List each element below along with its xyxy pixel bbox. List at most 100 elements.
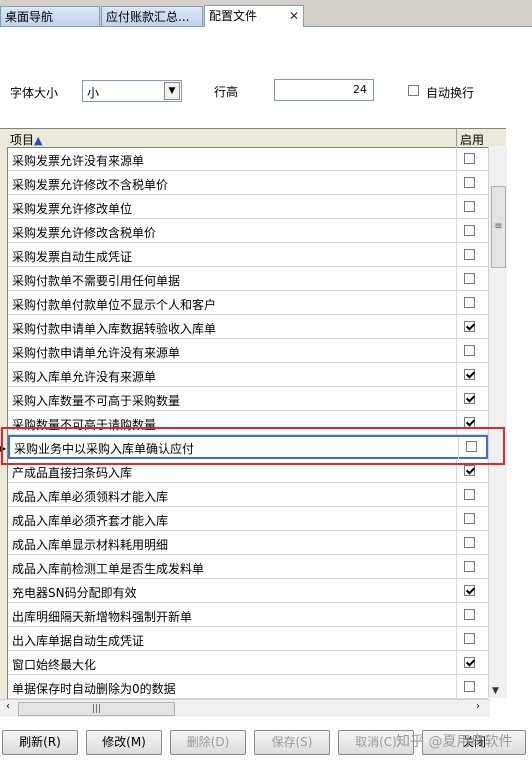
cell-divider	[456, 339, 457, 363]
enabled-checkbox[interactable]	[464, 657, 475, 668]
close-tab-icon[interactable]: ✕	[289, 6, 299, 26]
column-header-enabled[interactable]: 启用	[460, 131, 484, 148]
table-row[interactable]: 采购入库数量不可高于采购数量	[8, 387, 488, 411]
row-label: 采购业务中以采购入库单确认应付	[14, 442, 195, 456]
delete-button[interactable]: 删除(D)	[170, 730, 246, 755]
row-label: 出入库单据自动生成凭证	[12, 634, 145, 648]
auto-wrap-checkbox[interactable]	[408, 85, 419, 96]
table-row[interactable]: 采购付款单付款单位不显示个人和客户	[8, 291, 488, 315]
cell-divider	[456, 579, 457, 603]
table-row[interactable]: 充电器SN码分配即有效	[8, 579, 488, 603]
cell-divider	[456, 315, 457, 339]
line-height-input[interactable]: 24	[274, 79, 374, 101]
enabled-checkbox[interactable]	[464, 273, 475, 284]
font-size-value: 小	[87, 86, 100, 100]
column-divider[interactable]	[456, 129, 457, 147]
current-row-arrow-icon: ▶	[0, 444, 7, 453]
font-size-select[interactable]: 小 ▼	[82, 80, 182, 102]
enabled-checkbox[interactable]	[464, 585, 475, 596]
row-label: 采购发票自动生成凭证	[12, 250, 133, 264]
line-height-label: 行高	[214, 85, 239, 99]
config-grid: 项目▲ 启用 ▶ 采购发票允许没有来源单 采购发票允许修改不含税单价 采购发票允许修…	[0, 128, 506, 699]
table-row[interactable]: 单据保存时自动删除为0的数据	[8, 675, 488, 699]
enabled-checkbox[interactable]	[464, 297, 475, 308]
tab-config-file[interactable]: 配置文件 ✕	[204, 5, 304, 27]
table-row[interactable]: 采购发票自动生成凭证	[8, 243, 488, 267]
enabled-checkbox[interactable]	[464, 537, 475, 548]
cell-divider	[458, 437, 459, 461]
row-label: 采购数量不可高于请购数量	[12, 418, 157, 432]
cell-divider	[456, 195, 457, 219]
cell-divider	[456, 459, 457, 483]
tab-desktop-nav[interactable]: 桌面导航	[0, 6, 100, 26]
enabled-checkbox[interactable]	[464, 153, 475, 164]
vertical-scrollbar[interactable]: ≡ ▼	[488, 146, 507, 698]
refresh-button[interactable]: 刷新(R)	[2, 730, 78, 755]
enabled-checkbox[interactable]	[464, 201, 475, 212]
table-row[interactable]: 产成品直接扫条码入库	[8, 459, 488, 483]
tab-payables-summary[interactable]: 应付账款汇总...	[101, 6, 203, 26]
table-row[interactable]: 采购发票允许修改不含税单价	[8, 171, 488, 195]
table-row-selected[interactable]: 采购业务中以采购入库单确认应付	[8, 435, 488, 461]
tab-bar: 桌面导航 应付账款汇总... 配置文件 ✕	[0, 0, 532, 27]
table-row[interactable]: 出库明细隔天新增物料强制开新单	[8, 603, 488, 627]
row-label: 采购发票允许没有来源单	[12, 154, 145, 168]
enabled-checkbox[interactable]	[464, 417, 475, 428]
table-row[interactable]: 采购数量不可高于请购数量	[8, 411, 488, 435]
cell-divider	[456, 363, 457, 387]
scroll-left-icon[interactable]: ‹	[6, 701, 10, 712]
enabled-checkbox[interactable]	[464, 489, 475, 500]
cell-divider	[456, 219, 457, 243]
column-header-item[interactable]: 项目▲	[10, 131, 42, 148]
table-row[interactable]: 采购入库单允许没有来源单	[8, 363, 488, 387]
table-row[interactable]: 成品入库单必须齐套才能入库	[8, 507, 488, 531]
row-label: 充电器SN码分配即有效	[12, 586, 137, 600]
scroll-thumb[interactable]: |||	[18, 702, 175, 716]
row-label: 产成品直接扫条码入库	[12, 466, 133, 480]
table-row[interactable]: 采购发票允许修改单位	[8, 195, 488, 219]
enabled-checkbox[interactable]	[464, 465, 475, 476]
sort-asc-icon: ▲	[34, 134, 43, 147]
enabled-checkbox[interactable]	[464, 345, 475, 356]
cell-divider	[456, 651, 457, 675]
row-label: 采购入库单允许没有来源单	[12, 370, 157, 384]
enabled-checkbox[interactable]	[464, 177, 475, 188]
scroll-right-icon[interactable]: ›	[476, 701, 480, 712]
scroll-down-icon[interactable]: ▼	[492, 686, 499, 696]
enabled-checkbox[interactable]	[464, 561, 475, 572]
enabled-checkbox[interactable]	[464, 225, 475, 236]
enabled-checkbox[interactable]	[464, 393, 475, 404]
enabled-checkbox[interactable]	[464, 513, 475, 524]
cell-divider	[456, 555, 457, 579]
enabled-checkbox[interactable]	[464, 369, 475, 380]
table-row[interactable]: 出入库单据自动生成凭证	[8, 627, 488, 651]
enabled-checkbox[interactable]	[464, 609, 475, 620]
table-row[interactable]: 成品入库单显示材料耗用明细	[8, 531, 488, 555]
row-label: 采购发票允许修改含税单价	[12, 226, 157, 240]
cell-divider	[456, 387, 457, 411]
cell-divider	[456, 171, 457, 195]
enabled-checkbox[interactable]	[464, 249, 475, 260]
table-row[interactable]: 成品入库单必须领料才能入库	[8, 483, 488, 507]
table-row[interactable]: 采购付款申请单入库数据转验收入库单	[8, 315, 488, 339]
enabled-checkbox[interactable]	[466, 441, 477, 452]
cell-divider	[456, 411, 457, 435]
cell-divider	[456, 267, 457, 291]
table-row[interactable]: 窗口始终最大化	[8, 651, 488, 675]
table-row[interactable]: 采购付款申请单允许没有来源单	[8, 339, 488, 363]
row-label: 成品入库单显示材料耗用明细	[12, 538, 169, 552]
scroll-thumb[interactable]: ≡	[491, 186, 506, 268]
chevron-down-icon[interactable]: ▼	[164, 82, 180, 100]
enabled-checkbox[interactable]	[464, 681, 475, 692]
table-row[interactable]: 成品入库前检测工单是否生成发料单	[8, 555, 488, 579]
horizontal-scrollbar[interactable]: ‹ ||| ›	[0, 699, 490, 717]
save-button[interactable]: 保存(S)	[254, 730, 330, 755]
modify-button[interactable]: 修改(M)	[86, 730, 162, 755]
row-label: 采购入库数量不可高于采购数量	[12, 394, 181, 408]
enabled-checkbox[interactable]	[464, 633, 475, 644]
table-row[interactable]: 采购付款单不需要引用任何单据	[8, 267, 488, 291]
table-row[interactable]: 采购发票允许没有来源单	[8, 147, 488, 171]
row-label: 单据保存时自动删除为0的数据	[12, 682, 176, 696]
enabled-checkbox[interactable]	[464, 321, 475, 332]
table-row[interactable]: 采购发票允许修改含税单价	[8, 219, 488, 243]
